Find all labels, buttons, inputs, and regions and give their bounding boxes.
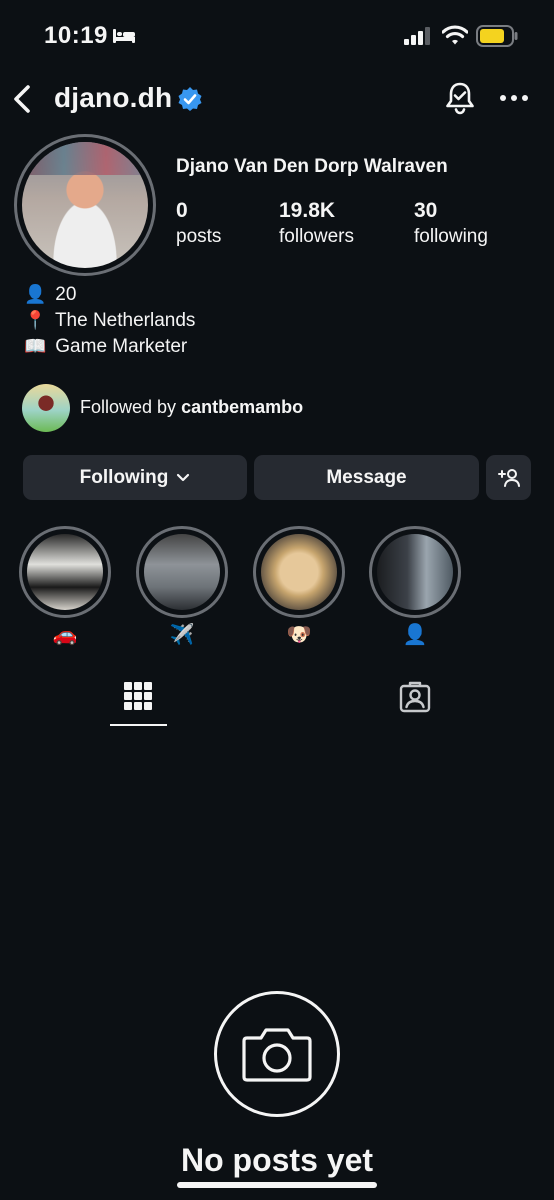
verified-icon <box>178 87 202 111</box>
signal-icon <box>404 27 430 45</box>
message-button[interactable]: Message <box>254 455 479 500</box>
highlight-label: 👤 <box>402 624 428 646</box>
book-icon: 📖 <box>24 336 47 356</box>
mutual-follower-avatar[interactable] <box>22 384 70 432</box>
stat-followers-label: followers <box>279 226 354 247</box>
profile-avatar[interactable] <box>14 134 156 276</box>
avatar-image <box>22 142 148 268</box>
following-button[interactable]: Following <box>23 455 247 500</box>
bed-icon <box>113 29 135 43</box>
highlight-label: 🚗 <box>52 624 78 646</box>
stat-following[interactable]: 30 following <box>414 198 488 250</box>
stat-posts-value: 0 <box>176 199 188 222</box>
followed-by-user: cantbemambo <box>181 397 304 417</box>
camera-icon <box>242 1028 312 1082</box>
message-button-label: Message <box>326 466 407 488</box>
empty-state-text: No posts yet <box>180 1142 374 1178</box>
highlight-1[interactable] <box>19 526 111 618</box>
highlight-2[interactable] <box>136 526 228 618</box>
bust-icon: 👤 <box>24 284 47 304</box>
highlight-cover <box>27 534 103 610</box>
stat-posts-label: posts <box>176 226 222 247</box>
pin-icon: 📍 <box>24 310 47 330</box>
highlight-cover <box>144 534 220 610</box>
more-icon[interactable] <box>498 92 530 104</box>
highlight-label: 🐶 <box>286 624 312 646</box>
back-icon[interactable] <box>8 82 38 116</box>
stat-following-label: following <box>414 226 488 247</box>
stat-posts[interactable]: 0 posts <box>176 198 221 250</box>
full-name: Djano Van Den Dorp Walraven <box>176 156 448 177</box>
bio-age-text: 20 <box>55 284 77 305</box>
status-time: 10:19 <box>44 22 108 49</box>
stat-followers[interactable]: 19.8K followers <box>279 198 354 250</box>
wifi-icon <box>442 25 468 45</box>
bio-age: 👤 20 <box>24 284 76 306</box>
username-title: djano.dh <box>54 82 173 113</box>
bio-location: 📍 The Netherlands <box>24 310 195 332</box>
following-button-label: Following <box>79 466 169 488</box>
highlight-cover <box>261 534 337 610</box>
stat-followers-value: 19.8K <box>279 199 336 222</box>
add-user-button[interactable] <box>486 455 531 500</box>
grid-icon[interactable] <box>122 680 154 712</box>
stat-following-value: 30 <box>414 199 438 222</box>
chevron-down-icon <box>177 473 190 481</box>
notification-bell-icon[interactable] <box>442 80 478 116</box>
battery-icon <box>476 25 518 47</box>
tagged-icon[interactable] <box>398 680 432 714</box>
bio-occupation-text: Game Marketer <box>55 336 188 357</box>
followed-by[interactable]: Followed by cantbemambo <box>80 397 303 418</box>
add-user-icon <box>497 468 520 487</box>
followed-by-prefix: Followed by <box>80 397 182 417</box>
bio-occupation: 📖 Game Marketer <box>24 336 187 358</box>
bio-location-text: The Netherlands <box>54 310 196 331</box>
home-indicator[interactable] <box>177 1182 377 1188</box>
highlight-3[interactable] <box>253 526 345 618</box>
highlight-4[interactable] <box>369 526 461 618</box>
active-tab-indicator <box>110 724 167 726</box>
highlight-label: ✈️ <box>169 624 195 646</box>
highlight-cover <box>377 534 453 610</box>
